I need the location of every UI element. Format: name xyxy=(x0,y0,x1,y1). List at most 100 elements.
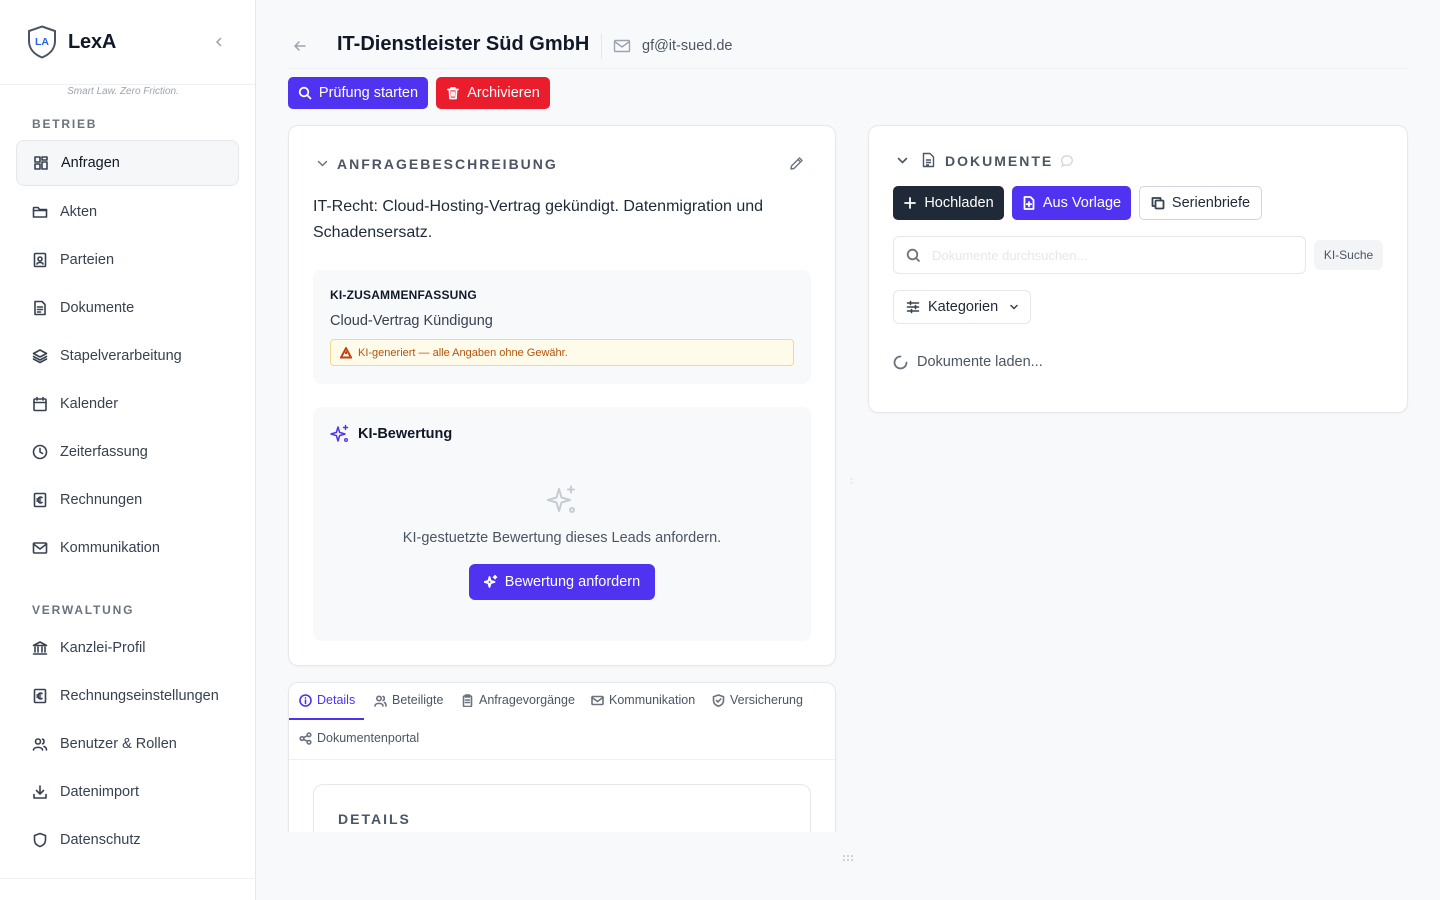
sidebar-item-label: Akten xyxy=(60,204,98,220)
calendar-icon xyxy=(32,396,48,412)
inquiry-section-title: ANFRAGEBESCHREIBUNG xyxy=(337,156,558,172)
serial-letters-button[interactable]: Serienbriefe xyxy=(1139,186,1262,220)
ai-disclaimer-text: KI-generiert — alle Angaben ohne Gewähr. xyxy=(358,346,568,359)
warning-triangle-icon xyxy=(340,346,352,358)
tab-dokumentenportal[interactable]: Dokumentenportal xyxy=(299,731,419,745)
start-review-button[interactable]: Prüfung starten xyxy=(288,77,428,109)
trash-icon xyxy=(447,87,460,100)
tab-versicherung[interactable]: Versicherung xyxy=(712,693,803,707)
tab-anfragevorgaenge[interactable]: Anfragevorgänge xyxy=(461,693,575,707)
resize-handle-icon[interactable] xyxy=(842,849,856,861)
tab-label: Details xyxy=(317,693,356,707)
categories-dropdown[interactable]: Kategorien xyxy=(893,290,1031,324)
ai-search-button[interactable]: KI-Suche xyxy=(1314,240,1383,270)
from-template-button[interactable]: Aus Vorlage xyxy=(1012,186,1131,220)
tabs-divider xyxy=(289,759,835,760)
sidebar-item-parteien[interactable]: Parteien xyxy=(16,237,239,283)
ai-summary-label: KI-ZUSAMMENFASSUNG xyxy=(330,288,477,302)
sidebar-item-label: Stapelverarbeitung xyxy=(60,348,182,364)
clipboard-icon xyxy=(462,693,473,707)
sidebar-item-dokumente[interactable]: Dokumente xyxy=(16,285,239,331)
sidebar-item-datenschutz[interactable]: Datenschutz xyxy=(16,817,239,863)
sidebar-item-rechnungen[interactable]: Rechnungen xyxy=(16,477,239,523)
bank-icon xyxy=(32,640,48,656)
tab-label: Dokumentenportal xyxy=(317,731,420,745)
sparkles-icon xyxy=(483,575,498,588)
sidebar-item-datenimport[interactable]: Datenimport xyxy=(16,769,239,815)
search-icon xyxy=(298,86,312,100)
sidebar-item-kommunikation[interactable]: Kommunikation xyxy=(16,525,239,571)
file-icon xyxy=(922,152,935,168)
back-button[interactable] xyxy=(290,36,310,56)
arrow-left-icon xyxy=(294,41,306,51)
documents-loading: Dokumente laden... xyxy=(893,354,1043,370)
request-rating-button[interactable]: Bewertung anfordern xyxy=(469,564,655,600)
contact-icon xyxy=(32,252,48,268)
tab-details[interactable]: Details xyxy=(299,693,355,707)
tab-beteiligte[interactable]: Beteiligte xyxy=(374,693,443,707)
shield-check-icon xyxy=(712,693,725,707)
file-icon xyxy=(32,300,48,316)
sidebar-item-label: Kommunikation xyxy=(60,540,160,556)
upload-button[interactable]: Hochladen xyxy=(893,186,1004,220)
euro-receipt-icon xyxy=(32,688,48,704)
sidebar-item-label: Rechnungseinstellungen xyxy=(60,688,219,704)
chevron-down-icon[interactable] xyxy=(896,154,909,167)
contact-email-link[interactable]: gf@it-sued.de xyxy=(642,38,733,54)
mail-icon xyxy=(591,695,604,705)
tagline: Smart Law. Zero Friction. xyxy=(67,86,179,97)
sidebar-item-rechnungseinstellungen[interactable]: Rechnungseinstellungen xyxy=(16,673,239,719)
ai-rating-box xyxy=(313,407,811,641)
sidebar-item-label: Rechnungen xyxy=(60,492,143,508)
documents-section-title: DOKUMENTE xyxy=(945,153,1054,169)
sidebar-item-label: Zeiterfassung xyxy=(60,444,148,460)
sidebar-item-akten[interactable]: Akten xyxy=(16,189,239,235)
sidebar-item-zeiterfassung[interactable]: Zeiterfassung xyxy=(16,429,239,475)
archive-button[interactable]: Archivieren xyxy=(436,77,550,109)
users-icon xyxy=(374,694,387,707)
copy-icon xyxy=(1151,197,1165,210)
sidebar-item-anfragen[interactable]: Anfragen xyxy=(16,140,239,186)
sparkles-placeholder-icon xyxy=(547,485,575,513)
spinner-icon xyxy=(893,355,908,369)
chevron-down-icon[interactable] xyxy=(316,157,329,170)
title-divider xyxy=(601,33,602,59)
section-label-betrieb: BETRIEB xyxy=(32,117,98,131)
details-section-title: DETAILS xyxy=(338,811,411,827)
sidebar-item-label: Dokumente xyxy=(60,300,135,316)
sidebar-item-kanzlei-profil[interactable]: Kanzlei-Profil xyxy=(16,625,239,671)
header-divider xyxy=(288,68,1408,69)
mail-icon xyxy=(32,540,48,556)
sidebar-item-label: Kalender xyxy=(60,396,119,412)
sidebar-item-stapelverarbeitung[interactable]: Stapelverarbeitung xyxy=(16,333,239,379)
serial-letters-label: Serienbriefe xyxy=(1171,195,1251,211)
chevron-down-icon xyxy=(1010,304,1018,310)
file-plus-icon xyxy=(1023,196,1035,210)
sidebar-item-kalender[interactable]: Kalender xyxy=(16,381,239,427)
collapse-sidebar-button[interactable] xyxy=(208,31,230,53)
categories-label: Kategorien xyxy=(928,299,999,315)
tab-kommunikation[interactable]: Kommunikation xyxy=(591,693,695,707)
sidebar-item-label: Benutzer & Rollen xyxy=(60,736,177,752)
active-tab-indicator xyxy=(289,718,364,720)
ai-rating-empty-text: KI-gestuetzte Bewertung dieses Leads anf… xyxy=(402,530,722,546)
column-resize-handle[interactable] xyxy=(850,474,853,484)
ai-disclaimer-warning: KI-generiert — alle Angaben ohne Gewähr. xyxy=(330,339,794,366)
info-icon xyxy=(299,693,312,707)
lexa-logo-icon: LA xyxy=(28,25,56,59)
sidebar-item-label: Parteien xyxy=(60,252,115,268)
from-template-label: Aus Vorlage xyxy=(1042,195,1122,211)
request-rating-label: Bewertung anfordern xyxy=(504,574,641,590)
edit-pencil-icon[interactable] xyxy=(788,155,805,172)
sidebar-item-label: Datenimport xyxy=(60,784,139,800)
document-search-input[interactable] xyxy=(932,245,1292,265)
start-review-label: Prüfung starten xyxy=(318,85,419,101)
share-icon xyxy=(299,731,312,745)
tab-label: Versicherung xyxy=(730,693,803,707)
viewport-bottom-area xyxy=(256,832,1440,900)
grid-icon xyxy=(33,155,49,171)
sliders-icon xyxy=(906,300,920,314)
sidebar-item-label: Anfragen xyxy=(61,155,120,171)
sidebar-item-benutzer-rollen[interactable]: Benutzer & Rollen xyxy=(16,721,239,767)
sidebar-divider xyxy=(0,878,256,879)
